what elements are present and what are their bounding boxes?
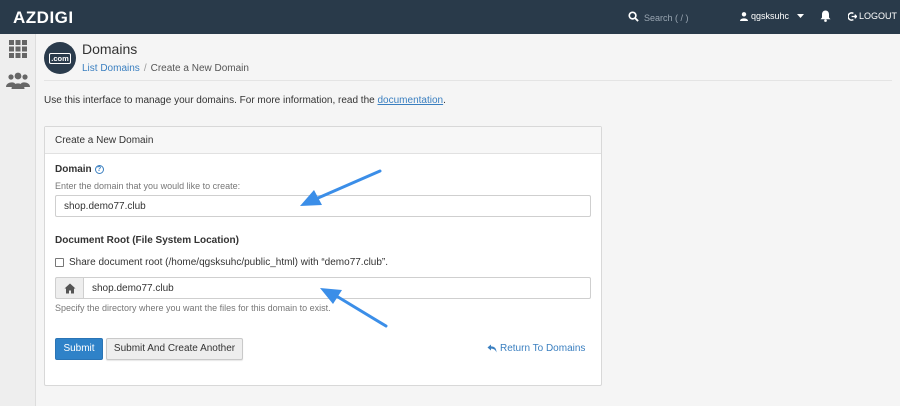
logout-label: LOGOUT	[859, 11, 898, 21]
create-domain-panel: Create a New Domain Domain? Enter the do…	[44, 126, 602, 386]
search-icon	[628, 11, 639, 22]
submit-and-create-another-button[interactable]: Submit And Create Another	[106, 338, 243, 360]
return-to-domains-link[interactable]: Return To Domains	[487, 343, 585, 354]
home-icon	[64, 283, 76, 294]
domain-label: Domain	[55, 164, 92, 175]
username-label: qgsksuhc	[751, 11, 790, 21]
users-group-icon	[6, 72, 30, 89]
top-navbar: AZDIGI qgsksuhc LOGOUT	[0, 0, 900, 34]
panel-header: Create a New Domain	[45, 127, 601, 154]
caret-down-icon	[797, 14, 805, 18]
sidebar-item-users[interactable]	[6, 72, 30, 90]
logout-icon	[848, 11, 857, 21]
intro-text: Use this interface to manage your domain…	[44, 95, 446, 106]
intro-suffix: .	[443, 95, 446, 106]
breadcrumb-list-domains-link[interactable]: List Domains	[82, 63, 140, 74]
grid-icon	[9, 40, 27, 58]
search-input[interactable]	[644, 10, 724, 25]
notifications-button[interactable]	[820, 10, 831, 25]
intro-description: Use this interface to manage your domain…	[44, 95, 378, 106]
domain-hint: Enter the domain that you would like to …	[55, 181, 241, 191]
return-arrow-icon	[487, 344, 497, 353]
document-root-input[interactable]	[83, 277, 591, 299]
home-addon	[55, 277, 83, 299]
return-to-domains-label: Return To Domains	[500, 343, 586, 354]
document-root-hint: Specify the directory where you want the…	[55, 303, 331, 313]
share-docroot-label: Share document root (/home/qgsksuhc/publ…	[69, 257, 389, 268]
share-docroot-row: Share document root (/home/qgsksuhc/publ…	[55, 257, 388, 268]
share-docroot-checkbox[interactable]	[55, 258, 64, 267]
domain-label-row: Domain?	[55, 164, 104, 175]
document-root-label: Document Root (File System Location)	[55, 235, 239, 246]
domains-logo: .com	[44, 42, 76, 74]
domain-input[interactable]	[55, 195, 591, 217]
documentation-link[interactable]: documentation	[378, 95, 444, 106]
search-box[interactable]	[628, 10, 728, 26]
page-title: Domains	[82, 41, 138, 57]
breadcrumb-separator: /	[143, 63, 147, 74]
help-icon[interactable]: ?	[94, 165, 104, 174]
submit-button[interactable]: Submit	[55, 338, 103, 360]
breadcrumb-current: Create a New Domain	[150, 63, 249, 74]
breadcrumb: List Domains / Create a New Domain	[82, 63, 249, 74]
user-icon	[740, 11, 748, 21]
sidebar	[0, 34, 36, 406]
domains-logo-text: .com	[49, 53, 71, 64]
brand-logo[interactable]: AZDIGI	[13, 8, 74, 28]
header-divider	[44, 80, 892, 81]
bell-icon	[820, 10, 831, 22]
sidebar-item-tools[interactable]	[8, 40, 28, 58]
panel-title: Create a New Domain	[55, 135, 154, 146]
user-menu[interactable]: qgsksuhc	[740, 11, 805, 21]
logout-button[interactable]: LOGOUT	[848, 11, 897, 21]
